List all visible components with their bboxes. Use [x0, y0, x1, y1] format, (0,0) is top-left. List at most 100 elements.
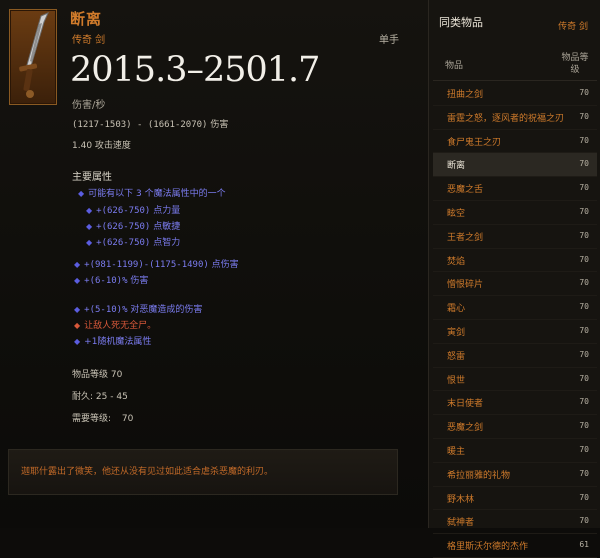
- similar-item-level: 70: [579, 183, 589, 193]
- similar-item-name: 恶魔之剑: [447, 423, 484, 434]
- similar-item-name: 恶魔之舌: [447, 185, 484, 196]
- durability-value: 25 - 45: [95, 392, 128, 402]
- random-affix-option: ◆ +(626-750) 点敏捷: [86, 219, 180, 232]
- affix-value: +(5-10)%: [84, 305, 128, 315]
- attack-speed-line: 1.40 攻击速度: [72, 138, 131, 151]
- similar-item-row[interactable]: 希拉丽雅的礼物 70: [433, 463, 597, 487]
- bullet-icon: ◆: [74, 321, 81, 330]
- similar-item-name: 霜心: [447, 304, 466, 315]
- similar-item-level: 70: [579, 397, 589, 407]
- similar-item-name: 恨世: [447, 375, 466, 386]
- bullet-icon: ◆: [86, 206, 93, 215]
- similar-item-level: 70: [579, 444, 589, 454]
- similar-item-row[interactable]: 雷霆之怒，逐风者的祝福之刃 70: [433, 106, 597, 130]
- item-name: 断离: [70, 10, 103, 28]
- affix-value: +(626-750): [96, 238, 151, 248]
- flavor-text-box: 迦耶什露出了微笑，他还从没有见过如此适合虐杀恶魔的利刃。: [8, 449, 398, 495]
- similar-item-row[interactable]: 暖主 70: [433, 439, 597, 463]
- similar-item-row[interactable]: 王者之剑 70: [433, 225, 597, 249]
- similar-item-level: 70: [579, 206, 589, 216]
- similar-item-name: 断离: [447, 161, 466, 172]
- similar-item-row[interactable]: 恶魔之舌 70: [433, 177, 597, 201]
- bullet-icon: ◆: [78, 189, 85, 198]
- similar-item-row[interactable]: 扭曲之剑 70: [433, 82, 597, 106]
- similar-item-row[interactable]: 眩空 70: [433, 201, 597, 225]
- similar-item-row[interactable]: 寅剑 70: [433, 320, 597, 344]
- affix-value: +(981-1199)-(1175-1490): [84, 260, 209, 270]
- damage-range-line: (1217-1503) - (1661-2070) 伤害: [72, 117, 228, 130]
- similar-item-name: 扭曲之剑: [447, 90, 484, 100]
- item-level-line: 物品等级 70: [72, 367, 122, 380]
- random-affix-header: ◆ 可能有以下 3 个魔法属性中的一个: [78, 186, 226, 199]
- similar-item-name: 暖主: [447, 446, 466, 457]
- divider: [433, 80, 597, 81]
- affix-value: +(626-750): [96, 206, 151, 216]
- similar-item-name: 眩空: [447, 208, 466, 219]
- similar-item-level: 70: [579, 254, 589, 264]
- similar-item-level: 70: [579, 516, 589, 526]
- affix-label: 点智力: [153, 238, 181, 248]
- similar-item-row[interactable]: 焚焰 70: [433, 249, 597, 273]
- similar-item-name: 野木林: [447, 494, 475, 505]
- similar-item-level: 70: [579, 88, 589, 97]
- affix-damage: ◆ +(981-1199)-(1175-1490) 点伤害: [74, 257, 239, 270]
- dps-label: 伤害/秒: [72, 100, 106, 111]
- affix-label: 伤害: [130, 276, 149, 286]
- required-level-value: 70: [121, 414, 134, 424]
- similar-item-row[interactable]: 霜心 70: [433, 296, 597, 320]
- legendary-affix: ◆ 让敌人死无全尸。: [74, 318, 156, 331]
- similar-item-row[interactable]: 恶魔之剑 70: [433, 415, 597, 439]
- similar-item-name: 王者之剑: [447, 232, 484, 243]
- column-header-item: 物品: [445, 61, 464, 71]
- bullet-icon: ◆: [74, 337, 81, 346]
- similar-item-row[interactable]: 恨世 70: [433, 368, 597, 392]
- similar-item-name: 焚焰: [447, 256, 466, 267]
- similar-items-class: 传奇 剑: [558, 22, 588, 32]
- item-level-label: 物品等级: [72, 370, 109, 380]
- column-header-level: 物品等级: [561, 53, 589, 75]
- durability-label: 耐久:: [72, 392, 94, 402]
- similar-item-name: 希拉丽雅的礼物: [447, 470, 511, 481]
- similar-item-row[interactable]: 断离 70: [433, 153, 597, 178]
- similar-item-name: 弑神者: [447, 518, 475, 529]
- item-type: 传奇 剑: [72, 35, 106, 46]
- similar-item-name: 怒雷: [447, 351, 466, 362]
- similar-item-row[interactable]: 食尸鬼王之刃 70: [433, 130, 597, 154]
- similar-item-level: 70: [579, 349, 589, 359]
- attack-speed-value: 1.40: [72, 141, 93, 151]
- random-affix-option: ◆ +(626-750) 点智力: [86, 235, 180, 248]
- similar-item-row[interactable]: 憎恨碎片 70: [433, 272, 597, 297]
- similar-item-level: 70: [579, 135, 589, 145]
- bullet-icon: ◆: [86, 222, 93, 231]
- similar-item-level: 70: [579, 373, 589, 383]
- affix-label: 点伤害: [211, 260, 239, 270]
- similar-items-title: 同类物品: [439, 16, 483, 29]
- affix-demon-damage: ◆ +(5-10)% 对恶魔造成的伤害: [74, 302, 202, 315]
- similar-items-list: 扭曲之剑 70 雷霆之怒，逐风者的祝福之刃 70 食尸鬼王之刃 70 断离 70 恶魔之舌 70 眩…: [433, 82, 597, 558]
- sword-icon: [9, 9, 57, 105]
- random-affix-header-text: 可能有以下 3 个魔法属性中的一个: [88, 189, 226, 199]
- similar-item-level: 70: [579, 468, 589, 478]
- affix-value: +(626-750): [96, 222, 151, 232]
- similar-item-level: 70: [579, 325, 589, 335]
- similar-item-level: 70: [579, 421, 589, 431]
- similar-item-level: 70: [579, 302, 589, 312]
- similar-item-name: 雷霆之怒，逐风者的祝福之刃: [447, 113, 565, 124]
- similar-item-row[interactable]: 野木林 70: [433, 487, 597, 511]
- similar-item-row[interactable]: 怒雷 70: [433, 344, 597, 368]
- similar-item-level: 70: [579, 111, 589, 121]
- attack-speed-label: 攻击速度: [94, 141, 131, 151]
- similar-item-row[interactable]: 格里斯沃尔德的杰作 61: [433, 534, 597, 558]
- item-level-value: 70: [110, 370, 123, 380]
- item-tooltip-panel: 断离 传奇 剑 单手 2015.3–2501.7 伤害/秒 (1217-1503…: [0, 0, 428, 528]
- random-affix-option: ◆ +(626-750) 点力量: [86, 203, 180, 216]
- similar-item-level: 70: [579, 159, 589, 169]
- similar-item-name: 格里斯沃尔德的杰作: [447, 542, 529, 553]
- affix-label: 对恶魔造成的伤害: [130, 305, 203, 315]
- random-magic-affix-text: +1随机魔法属性: [84, 337, 152, 347]
- similar-item-row[interactable]: 弑神者 70: [433, 510, 597, 535]
- similar-items-panel: 同类物品 传奇 剑 物品 物品等级 扭曲之剑 70 雷霆之怒，逐风者的祝福之刃 70 食…: [428, 0, 600, 558]
- flavor-text: 迦耶什露出了微笑，他还从没有见过如此适合虐杀恶魔的利刃。: [21, 467, 274, 477]
- legendary-affix-text: 让敌人死无全尸。: [84, 321, 157, 331]
- similar-item-row[interactable]: 末日使者 70: [433, 391, 597, 416]
